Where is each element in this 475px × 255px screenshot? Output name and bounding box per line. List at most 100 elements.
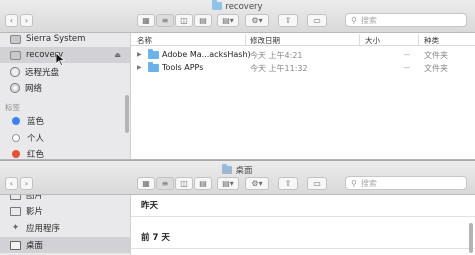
column-kind[interactable]: 种类: [424, 35, 439, 46]
row-size: --: [404, 50, 410, 59]
tags-header: 标签: [5, 103, 20, 112]
column-view-button[interactable]: ◫: [175, 177, 193, 190]
action-button[interactable]: ⚙▾: [245, 177, 269, 190]
tag-dot-icon: [12, 150, 20, 158]
column-name[interactable]: 名称: [137, 35, 152, 46]
tag-button[interactable]: ▭: [307, 177, 327, 190]
gallery-view-button[interactable]: ▤: [194, 14, 212, 27]
disclosure-triangle-icon[interactable]: ▶: [137, 64, 142, 71]
section-divider: [131, 216, 475, 217]
group-icon: ▤▾: [222, 16, 234, 25]
disk-icon: [10, 34, 21, 44]
search-icon: ⚲: [351, 15, 357, 25]
forward-button[interactable]: ›: [20, 14, 33, 27]
gallery-icon: ▤: [199, 179, 207, 188]
tag-dot-icon: [12, 117, 20, 125]
table-row[interactable]: ▶ Adobe Ma...acksHash) 今天 上午4:21 -- 文件夹: [131, 48, 475, 61]
table-row[interactable]: ▶ Tools APPs 今天 上午11:32 -- 文件夹: [131, 61, 475, 74]
disk-icon: [10, 50, 21, 60]
folder-icon: [212, 0, 223, 10]
column-view-button[interactable]: ◫: [175, 14, 193, 27]
row-kind: 文件夹: [424, 64, 448, 73]
columns-icon: ◫: [180, 16, 188, 25]
section-divider: [131, 248, 475, 249]
share-button[interactable]: ⇧: [278, 14, 298, 27]
grid-icon: ▦: [142, 16, 150, 25]
column-size[interactable]: 大小: [365, 35, 380, 46]
share-icon: ⇧: [284, 16, 292, 25]
sidebar-item-movies[interactable]: 影片: [0, 203, 130, 219]
row-date: 今天 上午11:32: [250, 64, 308, 73]
finder-window-recovery: recovery ‹ › ▦ ≡ ◫ ▤ ▤▾ ⚙▾ ⇧ ▭ ⚲ 搜索 Sierr…: [0, 0, 475, 160]
row-date: 今天 上午4:21: [250, 51, 303, 60]
sidebar-item-recovery[interactable]: recovery ⏏: [0, 47, 130, 63]
column-divider: [418, 34, 419, 45]
desktop-folder-icon: [222, 164, 233, 174]
desktop-icon: [10, 240, 21, 250]
row-name: Tools APPs: [162, 63, 204, 72]
columns-icon: ◫: [180, 179, 188, 188]
share-icon: ⇧: [284, 179, 292, 188]
toolbar: 桌面 ‹ › ▦ ≡ ◫ ▤ ▤▾ ⚙▾ ⇧ ▭ ⚲ 搜索: [0, 161, 475, 195]
list-scrollbar[interactable]: [469, 223, 473, 253]
folder-icon: [148, 62, 159, 72]
row-size: --: [404, 63, 410, 72]
column-divider: [245, 34, 246, 45]
sidebar-item-tag-red[interactable]: 红色: [0, 146, 130, 159]
eject-icon[interactable]: ⏏: [114, 51, 121, 59]
sidebar-item-pictures[interactable]: 图片: [0, 195, 130, 203]
film-icon: [10, 206, 21, 216]
gallery-view-button[interactable]: ▤: [194, 177, 212, 190]
group-button[interactable]: ▤▾: [217, 177, 239, 190]
grid-icon: ▦: [142, 179, 150, 188]
sidebar-item-tag-personal[interactable]: 个人: [0, 130, 130, 146]
globe-icon: [10, 83, 20, 93]
share-button[interactable]: ⇧: [278, 177, 298, 190]
forward-button[interactable]: ›: [20, 177, 33, 190]
tag-dot-icon: [12, 134, 20, 142]
action-button[interactable]: ⚙▾: [245, 14, 269, 27]
sidebar-item-tag-blue[interactable]: 蓝色: [0, 113, 130, 129]
sidebar-item-sierra-system[interactable]: Sierra System: [0, 33, 130, 47]
pictures-icon: [10, 195, 21, 200]
group-button[interactable]: ▤▾: [217, 14, 239, 27]
row-kind: 文件夹: [424, 51, 448, 60]
sidebar: 图片 影片 ✦ 应用程序 桌面: [0, 195, 131, 255]
file-list: 名称 修改日期 大小 种类 ▶ Adobe Ma...acksHash) 今天 …: [131, 33, 475, 159]
icon-view-button[interactable]: ▦: [137, 14, 155, 27]
column-date[interactable]: 修改日期: [250, 35, 280, 46]
search-input[interactable]: ⚲ 搜索: [345, 13, 467, 27]
gear-icon: ⚙▾: [251, 16, 263, 25]
mouse-cursor-icon: [56, 53, 65, 66]
file-list: 昨天 前 7 天: [131, 195, 475, 255]
sidebar-item-network[interactable]: 网络: [0, 80, 130, 96]
window-title: 桌面: [0, 164, 475, 176]
sidebar-scrollbar[interactable]: [125, 95, 129, 133]
back-button[interactable]: ‹: [5, 14, 18, 27]
row-name: Adobe Ma...acksHash): [162, 50, 251, 59]
applications-icon: ✦: [11, 222, 20, 233]
search-input[interactable]: ⚲ 搜索: [345, 176, 467, 190]
disc-icon: [10, 67, 20, 77]
sidebar-item-remote-disc[interactable]: 远程光盘: [0, 64, 130, 80]
icon-view-button[interactable]: ▦: [137, 177, 155, 190]
list-icon: ≡: [161, 16, 169, 25]
finder-window-desktop: 桌面 ‹ › ▦ ≡ ◫ ▤ ▤▾ ⚙▾ ⇧ ▭ ⚲ 搜索 图片 影片 ✦ 应用程序…: [0, 160, 475, 255]
sidebar-item-desktop[interactable]: 桌面: [0, 237, 130, 253]
sidebar-item-applications[interactable]: ✦ 应用程序: [0, 220, 130, 236]
section-header-yesterday: 昨天: [141, 201, 159, 211]
list-view-button[interactable]: ≡: [156, 14, 174, 27]
tag-icon: ▭: [313, 179, 321, 188]
sidebar: Sierra System recovery ⏏ 远程光盘 网络 标签 蓝色 个…: [0, 33, 131, 159]
list-icon: ≡: [161, 179, 169, 188]
back-button[interactable]: ‹: [5, 177, 18, 190]
tag-icon: ▭: [313, 16, 321, 25]
list-view-button[interactable]: ≡: [156, 177, 174, 190]
search-icon: ⚲: [351, 178, 357, 188]
disclosure-triangle-icon[interactable]: ▶: [137, 51, 142, 58]
window-title: recovery: [0, 0, 475, 12]
gallery-icon: ▤: [199, 16, 207, 25]
group-icon: ▤▾: [222, 179, 234, 188]
tag-button[interactable]: ▭: [307, 14, 327, 27]
column-divider: [359, 34, 360, 45]
